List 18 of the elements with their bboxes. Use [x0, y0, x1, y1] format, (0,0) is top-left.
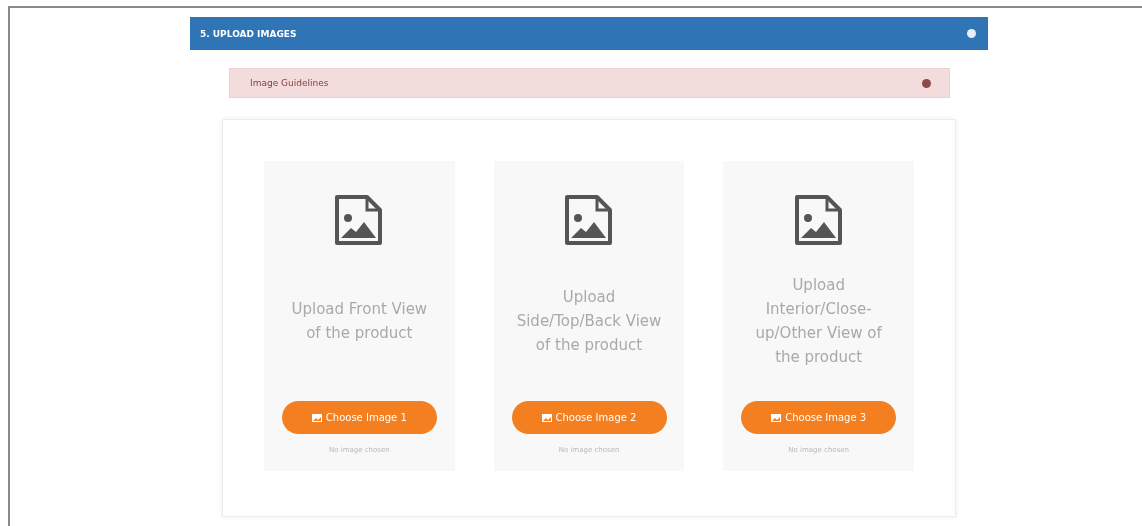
image-file-icon — [793, 194, 844, 246]
upload-caption: Upload Side/Top/Back View of the product — [515, 287, 663, 356]
section-header[interactable]: 5. UPLOAD IMAGES — [190, 17, 988, 50]
toggle-icon[interactable] — [922, 78, 931, 88]
toggle-icon[interactable] — [967, 29, 976, 38]
image-file-icon — [564, 194, 614, 246]
section-title: 5. UPLOAD IMAGES — [200, 28, 297, 39]
choose-image-button[interactable]: Choose Image 1 — [281, 401, 437, 434]
guidelines-bar[interactable]: Image Guidelines — [229, 68, 950, 98]
upload-caption: Upload Interior/Close-up/Other View of the product — [754, 275, 883, 368]
image-file-icon — [334, 194, 385, 246]
choose-image-button[interactable]: Choose Image 3 — [741, 401, 897, 434]
choose-image-button[interactable]: Choose Image 2 — [511, 401, 667, 434]
image-icon — [311, 413, 322, 422]
image-icon — [541, 413, 552, 422]
guidelines-label: Image Guidelines — [250, 78, 329, 88]
upload-caption: Upload Front View of the product — [290, 299, 429, 344]
image-icon — [771, 413, 782, 422]
